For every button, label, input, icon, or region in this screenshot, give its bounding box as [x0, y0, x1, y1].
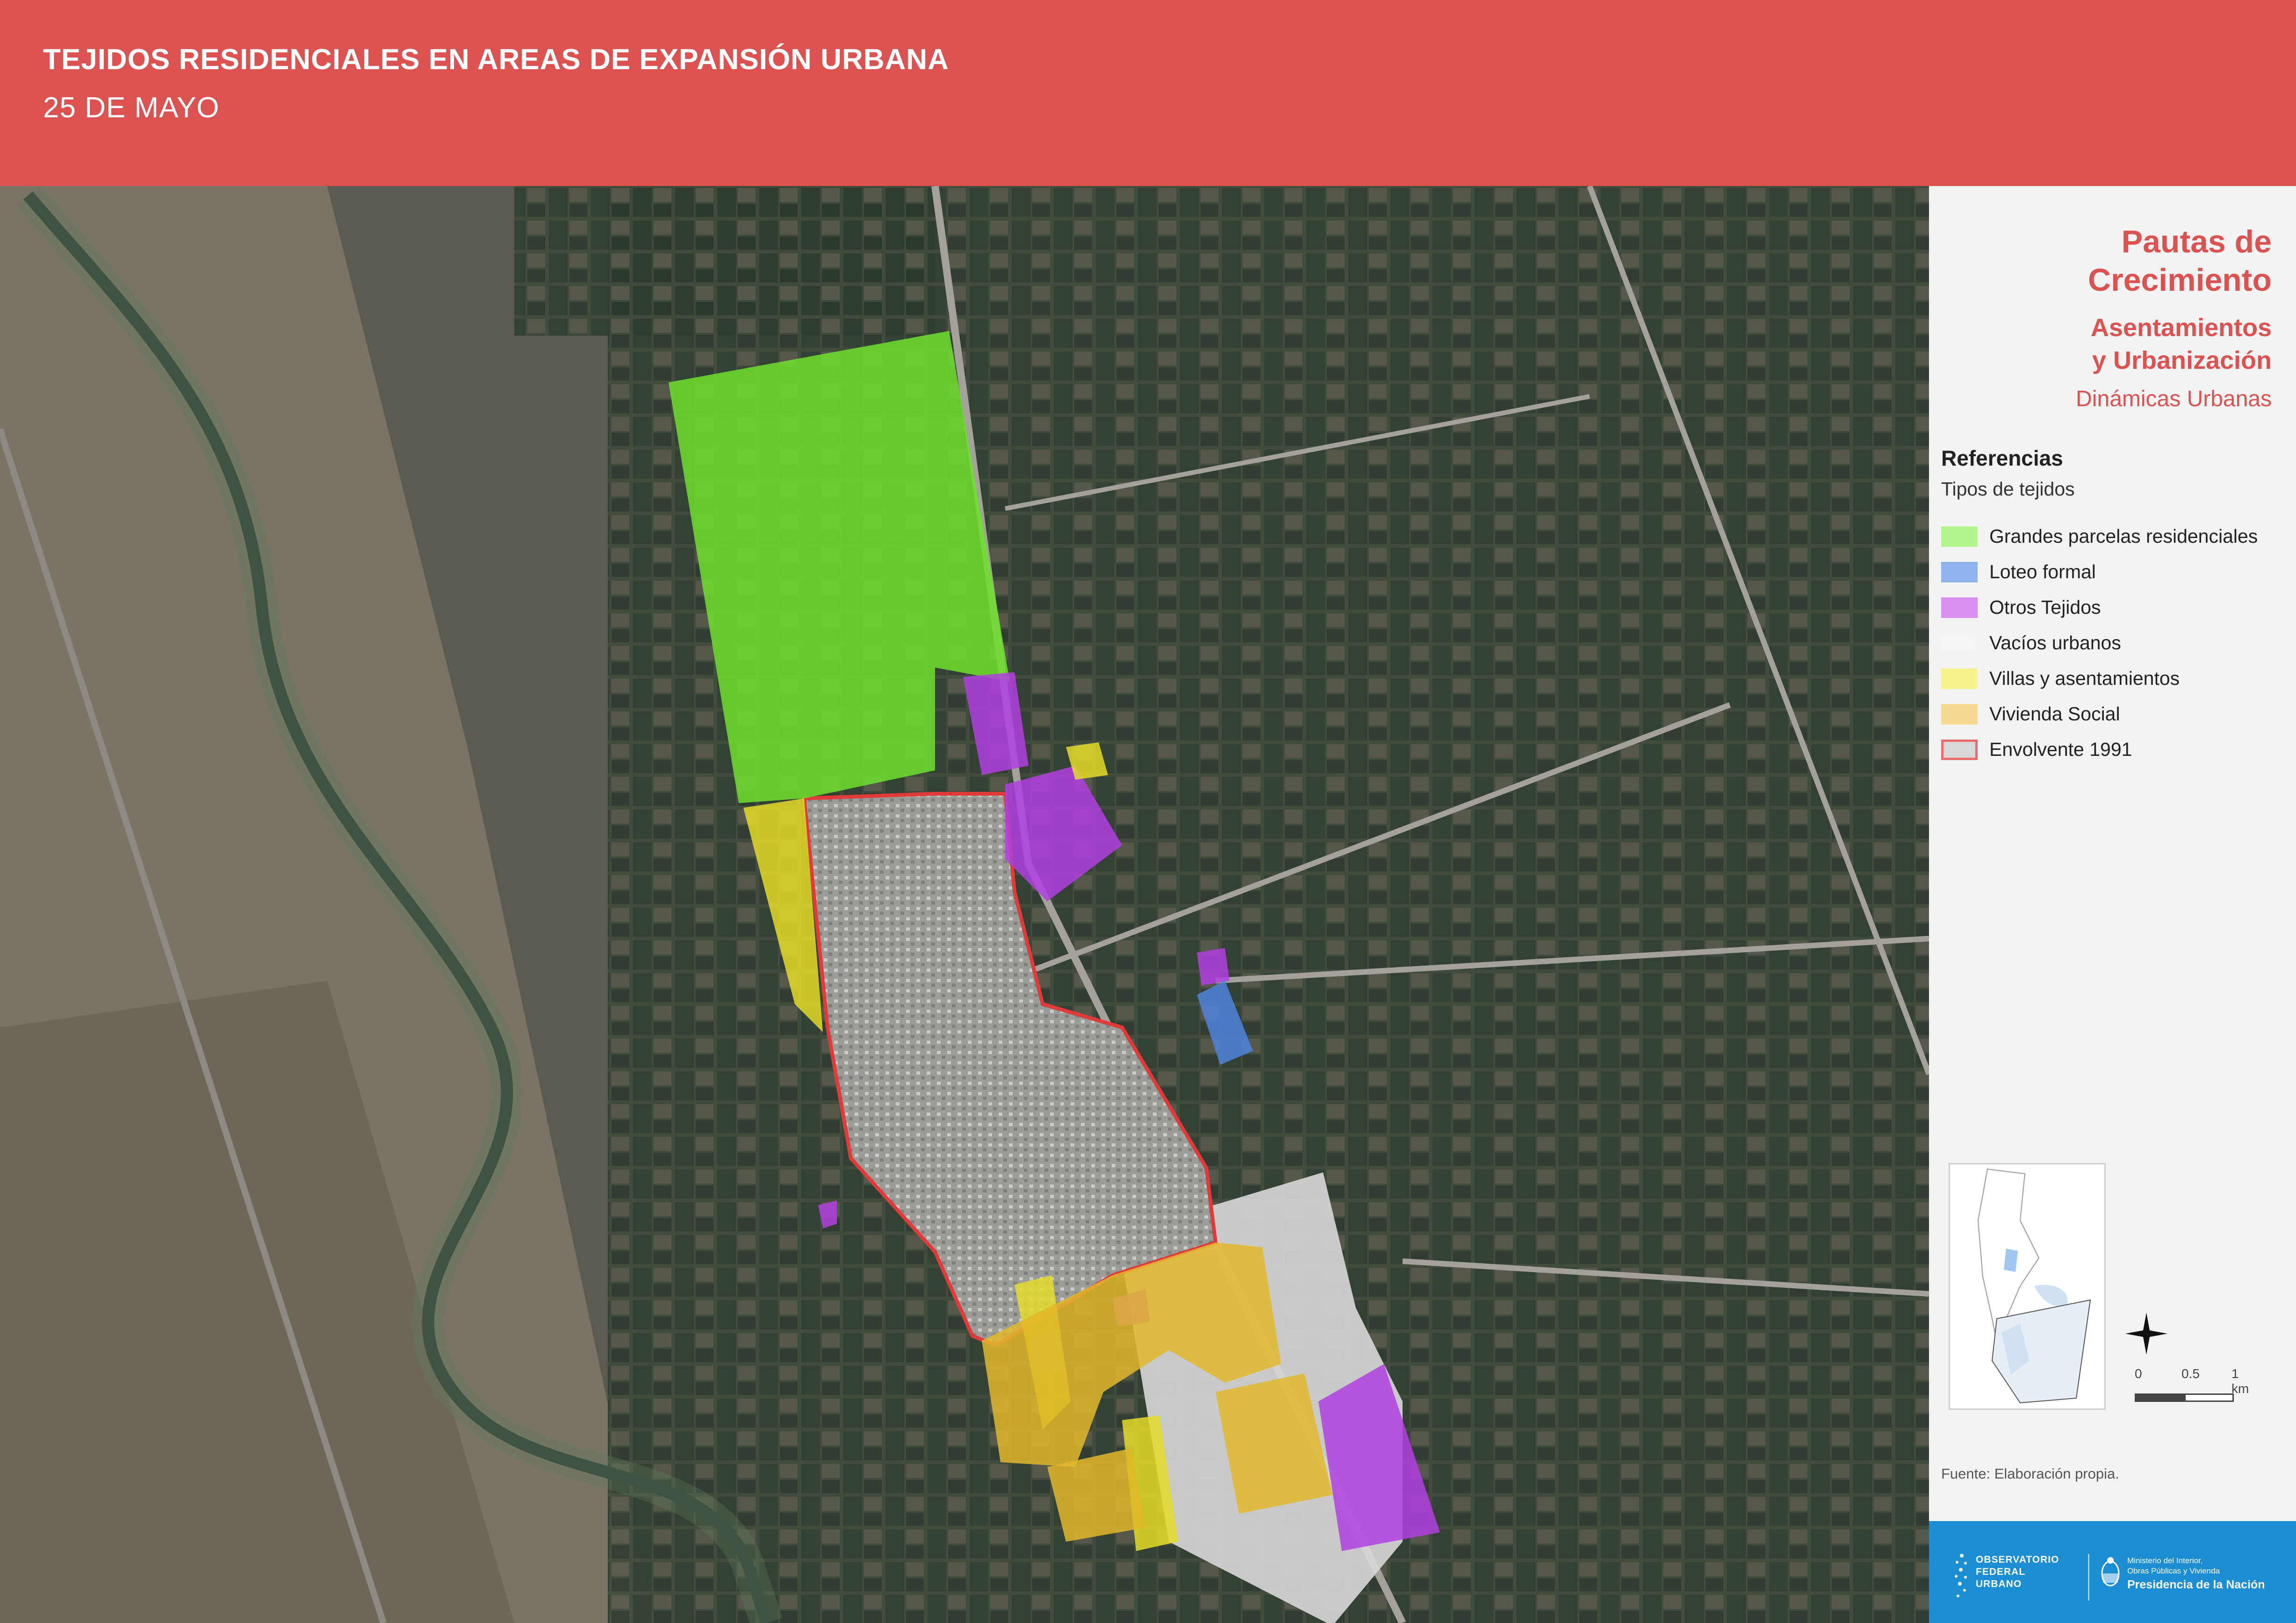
legend-item-otros-tejidos[interactable]: Otros Tejidos	[1941, 595, 2296, 623]
legend-label: Villas y asentamientos	[1989, 668, 2180, 689]
references-heading: Referencias	[1941, 446, 2063, 470]
panel-subtitle-secondary: Dinámicas Urbanas	[2076, 387, 2272, 411]
footer-logos: OBSERVATORIO FEDERAL URBANO Ministerio d…	[1929, 1521, 2296, 1623]
footer-divider	[2088, 1554, 2089, 1601]
locator-map-graphic	[1977, 1168, 2091, 1404]
scale-label-half: 0.5	[2181, 1366, 2200, 1381]
references-subheading: Tipos de tejidos	[1941, 478, 2075, 500]
legend-item-envolvente-1991[interactable]: Envolvente 1991	[1941, 737, 2296, 765]
legend-swatch	[1941, 633, 1978, 654]
legend-swatch	[1941, 668, 1978, 689]
header-banner: TEJIDOS RESIDENCIALES EN AREAS DE EXPANS…	[0, 0, 2296, 186]
legend-label: Envolvente 1991	[1989, 739, 2132, 760]
legend-item-vivienda-social[interactable]: Vivienda Social	[1941, 701, 2296, 729]
map-canvas	[0, 186, 1929, 1623]
legend-swatch	[1941, 562, 1978, 582]
legend-label: Vacíos urbanos	[1989, 632, 2121, 654]
legend-item-grandes-parcelas[interactable]: Grandes parcelas residenciales	[1941, 524, 2296, 552]
legend-label: Loteo formal	[1989, 561, 2096, 582]
satellite-map[interactable]	[0, 186, 1929, 1623]
locator-map	[1949, 1163, 2106, 1410]
scale-label-km: 1 km	[2231, 1366, 2249, 1396]
legend-item-villas[interactable]: Villas y asentamientos	[1941, 666, 2296, 694]
panel-title: Pautas de Crecimiento	[2088, 224, 2272, 298]
page-title: TEJIDOS RESIDENCIALES EN AREAS DE EXPANS…	[43, 43, 949, 76]
argentina-shield-icon	[2100, 1556, 2121, 1589]
panel-subtitle: Asentamientos y Urbanización	[2090, 314, 2272, 374]
legend-swatch	[1941, 704, 1978, 725]
legend-swatch	[1941, 597, 1978, 618]
source-note: Fuente: Elaboración propia.	[1941, 1465, 2119, 1482]
fields-north	[514, 186, 935, 336]
scale-segment-2	[2184, 1393, 2234, 1402]
legend-item-vacios-urbanos[interactable]: Vacíos urbanos	[1941, 630, 2296, 658]
legend-label: Otros Tejidos	[1989, 596, 2101, 618]
legend-label: Grandes parcelas residenciales	[1989, 525, 2258, 547]
ministerio-name: Ministerio del Interior, Obras Públicas …	[2127, 1556, 2220, 1575]
legend-swatch	[1941, 526, 1978, 547]
layer-otros-tejidos-3	[1197, 948, 1230, 985]
legend-swatch	[1941, 740, 1978, 760]
page-subtitle: 25 DE MAYO	[43, 92, 220, 124]
observatorio-dots-icon	[1955, 1554, 1967, 1597]
scale-segment-1	[2135, 1393, 2184, 1402]
legend-label: Vivienda Social	[1989, 703, 2120, 725]
presidencia-name: Presidencia de la Nación	[2127, 1578, 2265, 1591]
scale-bar: 0 0.5 1 km	[2135, 1366, 2256, 1408]
scale-label-0: 0	[2135, 1366, 2142, 1381]
legend-item-loteo-formal[interactable]: Loteo formal	[1941, 559, 2296, 587]
north-arrow-icon	[2125, 1313, 2167, 1355]
observatorio-name: OBSERVATORIO FEDERAL URBANO	[1976, 1554, 2059, 1589]
legend-panel: Pautas de Crecimiento Asentamientos y Ur…	[1929, 186, 2296, 1521]
